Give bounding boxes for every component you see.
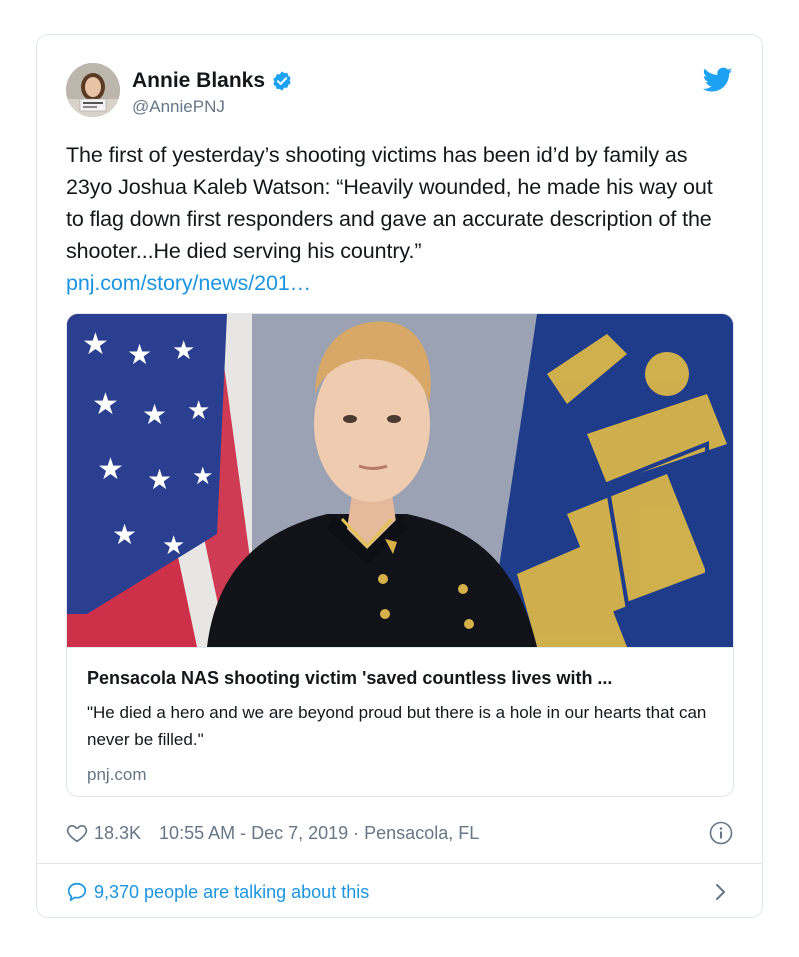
info-icon[interactable] [709, 821, 733, 845]
card-body[interactable]: Pensacola NAS shooting victim 'saved cou… [67, 647, 733, 796]
svg-text:★: ★ [192, 462, 214, 490]
tweet-text: The first of yesterday’s shooting victim… [66, 143, 713, 263]
chevron-right-icon[interactable] [713, 881, 729, 903]
avatar[interactable] [66, 63, 120, 117]
svg-text:★: ★ [172, 336, 195, 366]
svg-text:★: ★ [147, 463, 172, 496]
author-block[interactable]: Annie Blanks @AnniePNJ [132, 69, 293, 117]
author-handle[interactable]: @AnniePNJ [132, 97, 293, 117]
svg-text:★: ★ [162, 531, 185, 561]
tweet-meta: 18.3K 10:55 AM - Dec 7, 2019 · Pensacola… [66, 818, 733, 848]
display-name[interactable]: Annie Blanks [132, 69, 293, 93]
svg-text:★: ★ [112, 518, 137, 551]
like-count[interactable]: 18.3K [94, 823, 141, 844]
conversation-label[interactable]: 9,370 people are talking about this [94, 882, 369, 903]
twitter-bird-icon[interactable] [702, 67, 733, 93]
conversation-link[interactable]: 9,370 people are talking about this [66, 877, 733, 907]
tweet-card[interactable]: Annie Blanks @AnniePNJ The first of yest… [36, 34, 763, 918]
heart-icon[interactable] [66, 822, 88, 844]
svg-text:★: ★ [127, 338, 152, 371]
tweet-link[interactable]: pnj.com/story/news/201… [66, 267, 736, 299]
tweet-timestamp[interactable]: 10:55 AM - Dec 7, 2019 · Pensacola, FL [159, 823, 479, 844]
card-title[interactable]: Pensacola NAS shooting victim 'saved cou… [87, 668, 713, 689]
link-preview-card[interactable]: ★ ★ ★ ★ ★ ★ ★ ★ ★ ★ ★ Pensacola NAS shoo… [66, 313, 734, 797]
svg-text:★: ★ [92, 387, 119, 422]
svg-text:★: ★ [142, 398, 167, 431]
tweet-body: The first of yesterday’s shooting victim… [66, 139, 736, 299]
speech-bubble-icon [66, 881, 88, 903]
divider [37, 863, 762, 864]
svg-text:★: ★ [187, 396, 210, 426]
display-name-text[interactable]: Annie Blanks [132, 69, 265, 93]
card-domain: pnj.com [87, 765, 147, 784]
verified-badge-icon [271, 70, 293, 92]
card-image[interactable]: ★ ★ ★ ★ ★ ★ ★ ★ ★ ★ ★ [67, 314, 733, 647]
svg-text:★: ★ [82, 327, 109, 362]
tweet-header: Annie Blanks @AnniePNJ [66, 63, 733, 119]
card-description: "He died a hero and we are beyond proud … [87, 703, 707, 749]
svg-text:★: ★ [97, 452, 124, 487]
